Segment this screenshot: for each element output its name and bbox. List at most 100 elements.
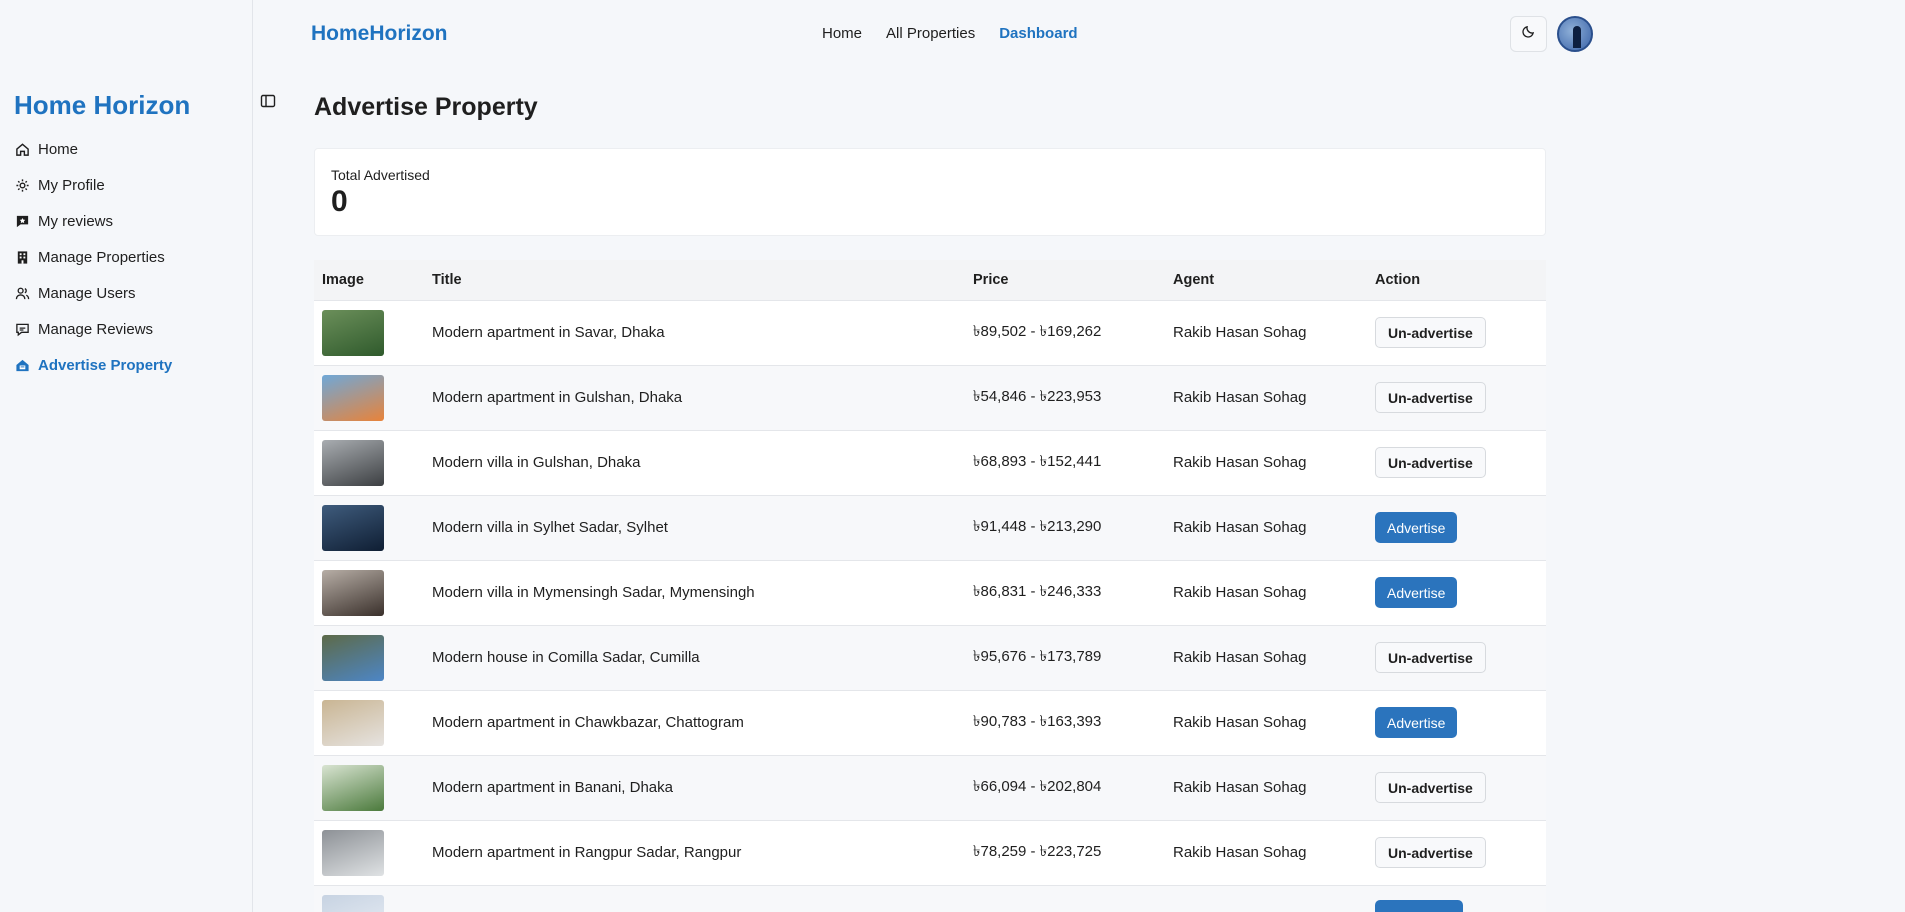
advertise-button[interactable] xyxy=(1375,900,1463,912)
table-row: Modern villa in Mymensingh Sadar, Mymens… xyxy=(314,560,1546,625)
properties-table: Image Title Price Agent Action Modern ap… xyxy=(314,260,1546,912)
un-advertise-button[interactable]: Un-advertise xyxy=(1375,642,1486,673)
house-advertise-icon xyxy=(14,357,30,373)
nav-link-dashboard[interactable]: Dashboard xyxy=(999,25,1077,42)
cell-image xyxy=(314,495,424,560)
cell-price xyxy=(965,885,1165,912)
nav-link-all-properties[interactable]: All Properties xyxy=(886,25,975,42)
chat-icon xyxy=(14,321,30,337)
cell-title: Modern house in Comilla Sadar, Cumilla xyxy=(432,649,700,666)
cell-action: Advertise xyxy=(1367,690,1546,755)
cell-title: Modern apartment in Savar, Dhaka xyxy=(432,324,665,341)
un-advertise-button[interactable]: Un-advertise xyxy=(1375,837,1486,868)
cell-title: Modern villa in Sylhet Sadar, Sylhet xyxy=(432,519,668,536)
table-header-row: Image Title Price Agent Action xyxy=(314,260,1546,300)
table-row: Modern apartment in Savar, Dhaka ৳89,502 … xyxy=(314,300,1546,365)
column-header-title: Title xyxy=(432,271,462,288)
property-thumbnail xyxy=(322,829,384,876)
cell-price: ৳66,094 - ৳202,804 xyxy=(973,778,1102,795)
cell-image xyxy=(314,885,424,912)
cell-title xyxy=(424,885,965,912)
review-icon xyxy=(14,213,30,229)
page-title: Advertise Property xyxy=(314,93,538,121)
cell-agent: Rakib Hasan Sohag xyxy=(1173,844,1307,861)
sidebar-item-home[interactable]: Home xyxy=(14,131,172,167)
cell-price: ৳54,846 - ৳223,953 xyxy=(973,388,1102,405)
table-body: Modern apartment in Savar, Dhaka ৳89,502 … xyxy=(314,300,1546,912)
cell-agent: Rakib Hasan Sohag xyxy=(1173,389,1307,406)
cell-price: ৳86,831 - ৳246,333 xyxy=(973,583,1102,600)
un-advertise-button[interactable]: Un-advertise xyxy=(1375,447,1486,478)
cell-agent: Rakib Hasan Sohag xyxy=(1173,714,1307,731)
cell-image xyxy=(314,690,424,755)
cell-title: Modern villa in Mymensingh Sadar, Mymens… xyxy=(432,584,755,601)
property-thumbnail xyxy=(322,439,384,486)
table-row: Modern house in Comilla Sadar, Cumilla ৳9… xyxy=(314,625,1546,690)
table-row: Modern villa in Gulshan, Dhaka ৳68,893 - … xyxy=(314,430,1546,495)
property-thumbnail xyxy=(322,309,384,356)
cell-price: ৳90,783 - ৳163,393 xyxy=(973,713,1102,730)
cell-action: Un-advertise xyxy=(1367,365,1546,430)
cell-action: Advertise xyxy=(1367,560,1546,625)
sidebar-item-manage-reviews[interactable]: Manage Reviews xyxy=(14,311,172,347)
gear-icon xyxy=(14,177,30,193)
navbar-logo[interactable]: HomeHorizon xyxy=(311,22,448,46)
cell-agent xyxy=(1165,885,1367,912)
un-advertise-button[interactable]: Un-advertise xyxy=(1375,772,1486,803)
cell-action: Un-advertise xyxy=(1367,300,1546,365)
sidebar-item-advertise-property[interactable]: Advertise Property xyxy=(14,347,172,383)
sidebar-item-my-profile[interactable]: My Profile xyxy=(14,167,172,203)
cell-image xyxy=(314,820,424,885)
sidebar-item-manage-users[interactable]: Manage Users xyxy=(14,275,172,311)
column-header-action: Action xyxy=(1375,271,1421,288)
cell-action: Un-advertise xyxy=(1367,755,1546,820)
sidebar-toggle-icon[interactable] xyxy=(260,93,276,109)
cell-agent: Rakib Hasan Sohag xyxy=(1173,519,1307,536)
column-header-agent: Agent xyxy=(1173,271,1215,288)
sidebar-item-my-reviews[interactable]: My reviews xyxy=(14,203,172,239)
sidebar-item-label: My Profile xyxy=(38,176,105,194)
cell-action: Un-advertise xyxy=(1367,820,1546,885)
cell-image xyxy=(314,430,424,495)
cell-agent: Rakib Hasan Sohag xyxy=(1173,584,1307,601)
cell-agent: Rakib Hasan Sohag xyxy=(1173,649,1307,666)
cell-title: Modern apartment in Banani, Dhaka xyxy=(432,779,673,796)
column-header-price: Price xyxy=(973,271,1009,288)
un-advertise-button[interactable]: Un-advertise xyxy=(1375,317,1486,348)
advertise-button[interactable]: Advertise xyxy=(1375,512,1458,543)
cell-image xyxy=(314,625,424,690)
property-thumbnail xyxy=(322,764,384,811)
property-thumbnail xyxy=(322,699,384,746)
sidebar-item-label: Advertise Property xyxy=(38,356,173,374)
cell-action: Advertise xyxy=(1367,495,1546,560)
top-nav: Home All Properties Dashboard xyxy=(822,25,1078,42)
sidebar-nav: Home My Profile My reviews Manage Proper… xyxy=(14,131,172,383)
sidebar-brand[interactable]: Home Horizon xyxy=(14,90,190,121)
cell-agent: Rakib Hasan Sohag xyxy=(1173,324,1307,341)
property-thumbnail xyxy=(322,569,384,616)
table-row: Modern apartment in Chawkbazar, Chattogr… xyxy=(314,690,1546,755)
advertise-button[interactable]: Advertise xyxy=(1375,577,1458,608)
cell-title: Modern apartment in Gulshan, Dhaka xyxy=(432,389,683,406)
property-thumbnail xyxy=(322,634,384,681)
nav-link-home[interactable]: Home xyxy=(822,25,862,42)
property-thumbnail xyxy=(322,374,384,421)
theme-toggle-button[interactable] xyxy=(1510,16,1547,52)
cell-image xyxy=(314,300,424,365)
sidebar-item-label: Home xyxy=(38,140,79,158)
sidebar-item-label: Manage Properties xyxy=(38,248,165,266)
table-row xyxy=(314,885,1546,912)
user-avatar[interactable] xyxy=(1557,16,1593,52)
total-advertised-card: Total Advertised 0 xyxy=(314,148,1546,236)
cell-title: Modern apartment in Chawkbazar, Chattogr… xyxy=(432,714,744,731)
table-row: Modern apartment in Rangpur Sadar, Rangp… xyxy=(314,820,1546,885)
cell-action xyxy=(1367,885,1546,912)
cell-image xyxy=(314,560,424,625)
cell-price: ৳78,259 - ৳223,725 xyxy=(973,843,1102,860)
sidebar: Home Horizon Home My Profile My reviews … xyxy=(0,0,253,912)
table-row: Modern apartment in Gulshan, Dhaka ৳54,84… xyxy=(314,365,1546,430)
un-advertise-button[interactable]: Un-advertise xyxy=(1375,382,1486,413)
sidebar-item-manage-properties[interactable]: Manage Properties xyxy=(14,239,172,275)
advertise-button[interactable]: Advertise xyxy=(1375,707,1458,738)
sidebar-item-label: Manage Reviews xyxy=(38,320,154,338)
